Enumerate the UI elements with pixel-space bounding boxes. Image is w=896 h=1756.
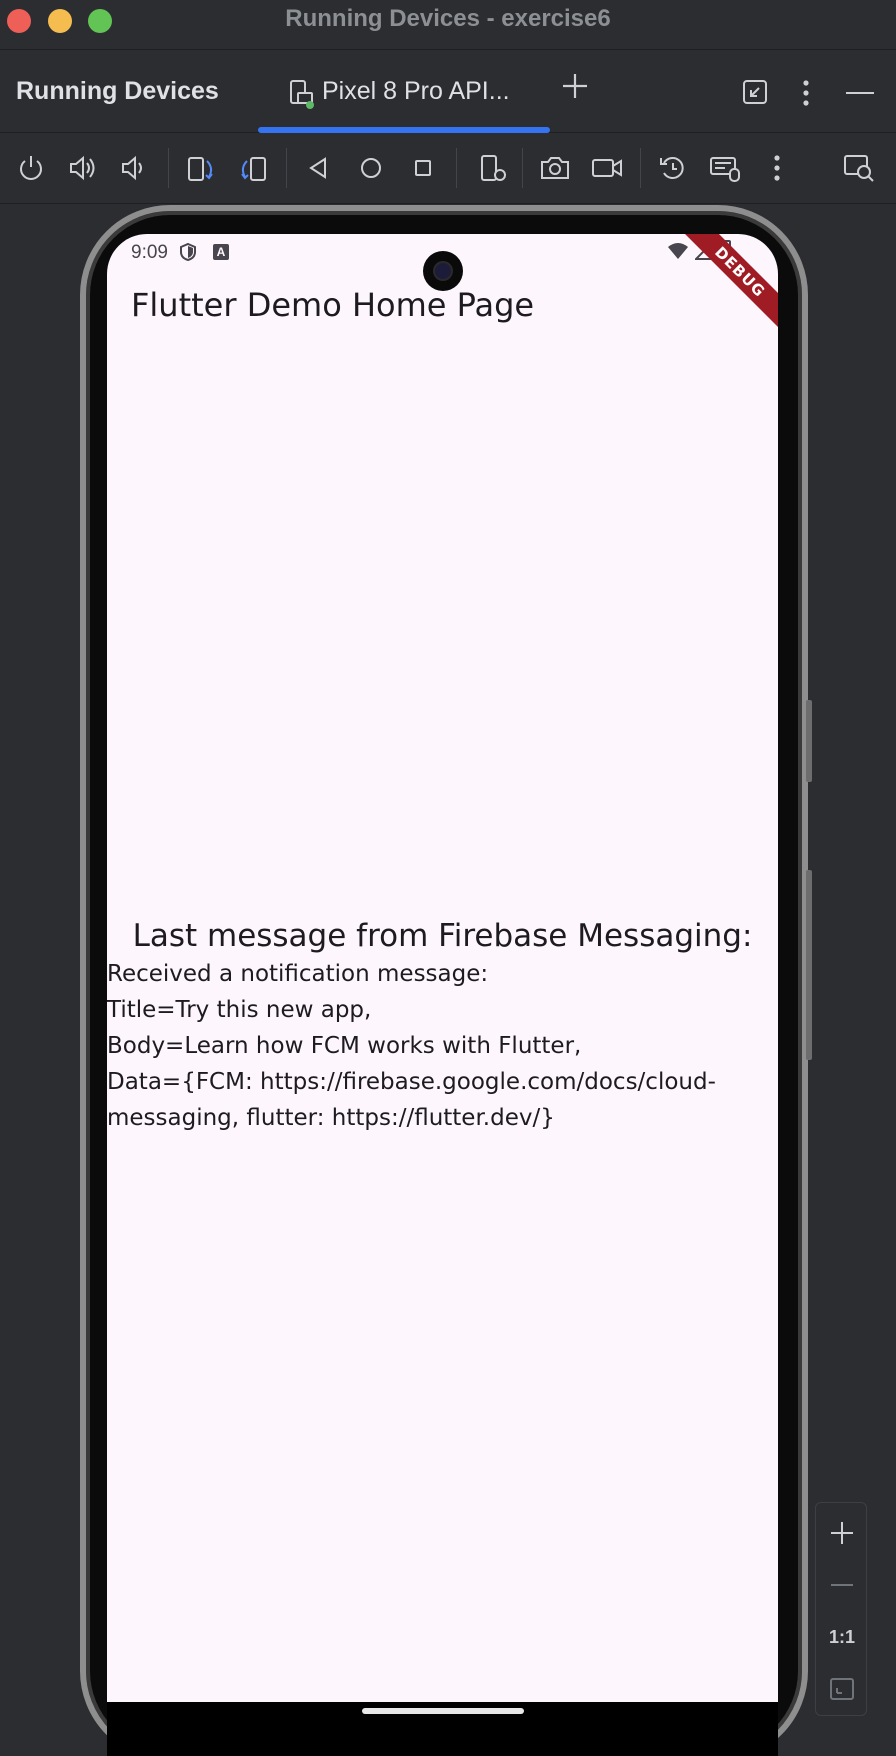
emulator-display: 9:09 A DEBUG Flutter Demo Home Page Last…: [0, 205, 896, 1756]
volume-down-icon[interactable]: [116, 151, 150, 185]
keyboard-notification-icon: A: [213, 244, 229, 260]
shield-icon: [180, 242, 196, 262]
fit-screen-icon: [830, 1678, 854, 1700]
volume-up-icon[interactable]: [66, 151, 100, 185]
keyboard-mouse-icon[interactable]: [708, 151, 742, 185]
front-camera: [423, 251, 463, 291]
panel-title: Running Devices: [16, 77, 219, 105]
add-device-icon[interactable]: [560, 71, 590, 101]
toolbar-separator: [286, 148, 287, 188]
restore-layout-icon[interactable]: [742, 79, 768, 105]
toolbar-separator: [640, 148, 641, 188]
window-title-bar: Running Devices - exercise6: [0, 0, 896, 50]
inspect-icon[interactable]: [842, 151, 876, 185]
toolbar-separator: [456, 148, 457, 188]
window-title: Running Devices - exercise6: [285, 5, 611, 32]
zoom-out-button[interactable]: [816, 1561, 868, 1609]
rotate-right-icon[interactable]: [236, 151, 270, 185]
home-icon[interactable]: [354, 151, 388, 185]
toolbar-separator: [168, 148, 169, 188]
record-icon[interactable]: [590, 151, 624, 185]
plus-icon: [831, 1522, 853, 1544]
gesture-nav-handle[interactable]: [362, 1708, 524, 1714]
phone-screen[interactable]: 9:09 A DEBUG Flutter Demo Home Page Last…: [107, 234, 778, 1702]
message-body: Received a notification message: Title=T…: [107, 956, 778, 1136]
more-icon[interactable]: [760, 151, 794, 185]
device-tab-label: Pixel 8 Pro API...: [322, 77, 510, 105]
tab-pixel-8-pro[interactable]: Pixel 8 Pro API...: [258, 51, 550, 133]
message-line: Body=Learn how FCM works with Flutter,: [107, 1033, 582, 1059]
tool-window-header: Running Devices Pixel 8 Pro API...: [0, 51, 896, 133]
power-button: [806, 700, 812, 782]
emulator-toolbar: [0, 134, 896, 204]
toolbar-separator: [522, 148, 523, 188]
zoom-fit-button[interactable]: [816, 1665, 868, 1713]
message-line: Received a notification message:: [107, 961, 489, 987]
wifi-icon: [668, 243, 688, 259]
camera-icon[interactable]: [538, 151, 572, 185]
status-time: 9:09: [131, 242, 168, 263]
active-tab-indicator: [258, 127, 550, 133]
zoom-one-to-one-label: 1:1: [828, 1626, 855, 1647]
message-line: Data={FCM: https://firebase.google.com/d…: [107, 1069, 716, 1095]
hide-panel-icon[interactable]: [846, 91, 874, 95]
message-heading: Last message from Firebase Messaging:: [132, 918, 753, 954]
device-settings-icon[interactable]: [476, 151, 510, 185]
back-icon[interactable]: [302, 151, 336, 185]
rotate-left-icon[interactable]: [184, 151, 218, 185]
power-icon[interactable]: [14, 151, 48, 185]
message-line: Title=Try this new app,: [107, 997, 372, 1023]
overview-icon[interactable]: [406, 151, 440, 185]
zoom-controls: 1:1: [815, 1502, 867, 1716]
zoom-actual-size-button[interactable]: 1:1: [816, 1613, 868, 1661]
zoom-in-button[interactable]: [816, 1509, 868, 1557]
app-bar-title: Flutter Demo Home Page: [131, 286, 535, 324]
message-line: messaging, flutter: https://flutter.dev/…: [107, 1105, 555, 1131]
volume-rocker: [806, 870, 812, 1060]
options-more-icon[interactable]: [802, 79, 810, 107]
device-icon: [290, 80, 314, 109]
running-devices-window: Running Devices - exercise6 Running Devi…: [0, 0, 896, 1756]
reset-icon[interactable]: [656, 151, 690, 185]
minus-icon: [831, 1584, 853, 1586]
